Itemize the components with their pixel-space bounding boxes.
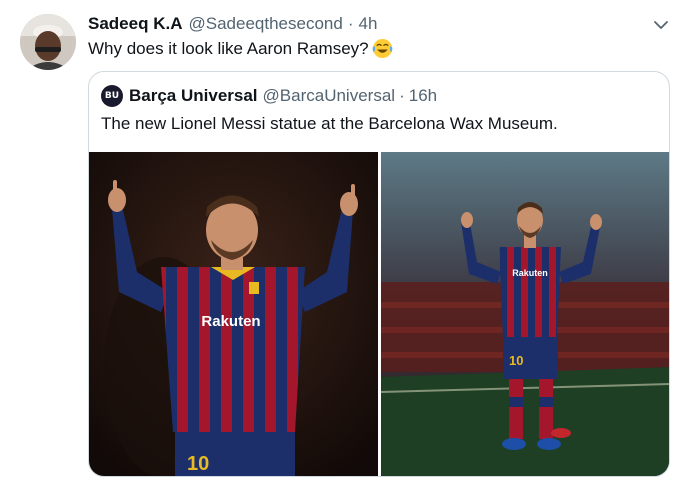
quoted-tweet-text: The new Lionel Messi statue at the Barce… <box>101 114 558 133</box>
quoted-user-handle[interactable]: @BarcaUniversal <box>263 86 396 106</box>
user-handle[interactable]: @Sadeeqthesecond <box>188 14 342 34</box>
shorts-number-text-2: 10 <box>509 353 523 368</box>
timestamp[interactable]: 4h <box>358 14 377 34</box>
media-grid: Rakuten 10 Rakuten 10 <box>89 152 669 476</box>
tweet[interactable]: Sadeeq K.A @Sadeeqthesecond · 4h Why doe… <box>0 0 690 485</box>
tweet-header: Sadeeq K.A @Sadeeqthesecond · 4h <box>88 14 377 36</box>
tweet-body: Why does it look like Aaron Ramsey? <box>88 38 369 58</box>
quoted-avatar-logo: BU <box>104 91 120 101</box>
tweet-text: Why does it look like Aaron Ramsey? <box>88 38 393 59</box>
shorts-number-text: 10 <box>187 453 209 475</box>
jersey-sponsor-text: Rakuten <box>201 313 260 330</box>
avatar[interactable] <box>20 14 76 70</box>
more-menu-button[interactable] <box>650 14 672 36</box>
quoted-separator-dot: · <box>399 86 405 105</box>
quoted-tweet-header: BU Barça Universal @BarcaUniversal · 16h <box>101 84 437 108</box>
chevron-down-icon <box>654 21 668 29</box>
avatar-photo <box>20 14 76 70</box>
separator-dot: · <box>347 14 354 33</box>
statue-photo-1[interactable]: Rakuten 10 <box>89 152 378 476</box>
quoted-tweet[interactable]: BU Barça Universal @BarcaUniversal · 16h… <box>88 71 670 477</box>
face-with-tears-of-joy-icon <box>372 38 393 59</box>
statue-photo-2[interactable]: Rakuten 10 <box>381 152 669 476</box>
quoted-display-name[interactable]: Barça Universal <box>129 86 258 106</box>
quoted-avatar[interactable]: BU <box>101 85 123 107</box>
jersey-sponsor-text-2: Rakuten <box>512 268 548 278</box>
quoted-timestamp[interactable]: 16h <box>409 86 437 106</box>
display-name[interactable]: Sadeeq K.A <box>88 14 182 34</box>
